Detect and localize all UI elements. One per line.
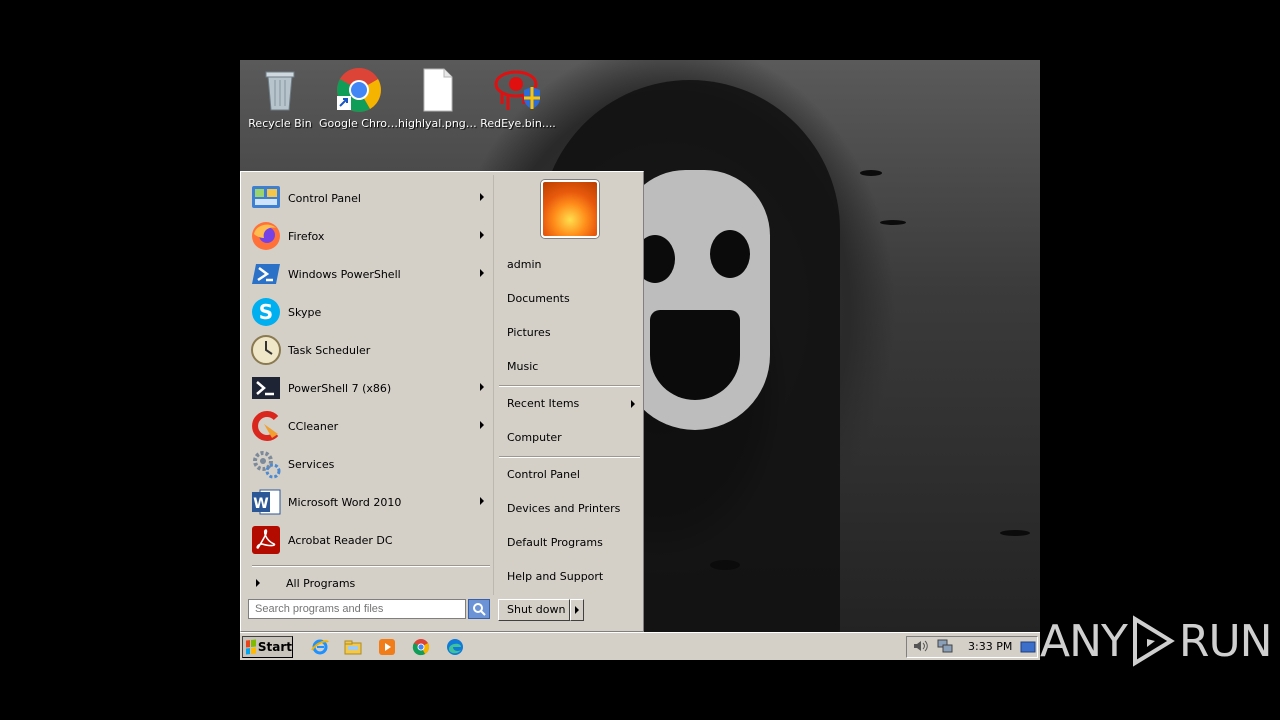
desktop-screen: Recycle Bin Google Chrome highlyal.png..… [240,60,1040,660]
svg-text:S: S [259,300,273,324]
program-control-panel[interactable]: Control Panel [250,180,494,216]
place-computer[interactable]: Computer [507,428,643,448]
windows-logo-icon [246,639,256,655]
desktop-icon-google-chrome[interactable]: Google Chrome [319,66,399,130]
shutdown-options-button[interactable] [570,599,584,621]
explorer-icon[interactable] [344,638,362,656]
word-icon: W [250,486,282,518]
start-button[interactable]: Start [242,636,293,658]
place-recent-items[interactable]: Recent Items [507,394,643,414]
program-services[interactable]: Services [250,446,494,482]
network-icon[interactable] [937,638,953,657]
place-music[interactable]: Music [507,357,643,377]
task-scheduler-icon [250,334,282,366]
program-windows-powershell[interactable]: Windows PowerShell [250,256,494,292]
ccleaner-icon [250,410,282,442]
taskbar-clock[interactable]: 3:33 PM [968,640,1012,653]
program-microsoft-word[interactable]: W Microsoft Word 2010 [250,484,494,520]
start-menu: Control Panel Firefox Windows PowerShell… [240,171,644,632]
all-programs-arrow-icon [256,579,260,587]
start-menu-programs-pane: Control Panel Firefox Windows PowerShell… [244,175,494,595]
program-powershell7[interactable]: PowerShell 7 (x86) [250,370,494,406]
skype-icon: S [250,296,282,328]
search-button[interactable] [468,599,490,619]
place-devices-and-printers[interactable]: Devices and Printers [507,499,643,519]
search-input[interactable] [248,599,466,619]
show-desktop-icon[interactable] [1020,641,1036,656]
powershell-icon [250,258,282,290]
control-panel-icon [250,182,282,214]
redeye-icon [494,66,542,114]
shutdown-button[interactable]: Shut down [498,599,570,621]
place-control-panel[interactable]: Control Panel [507,465,643,485]
ie-icon[interactable] [311,638,329,656]
place-admin[interactable]: admin [507,255,643,275]
desktop-icon-recycle-bin[interactable]: Recycle Bin [240,66,320,130]
taskbar: Start 3:33 PM [240,632,1040,660]
user-avatar[interactable] [541,180,599,238]
places-separator [499,456,640,458]
start-menu-places-pane: admin Documents Pictures Music Recent It… [497,175,642,595]
program-firefox[interactable]: Firefox [250,218,494,254]
places-separator [499,385,640,387]
desktop-icon-highlyal[interactable]: highlyal.png.... [398,66,478,130]
place-default-programs[interactable]: Default Programs [507,533,643,553]
place-pictures[interactable]: Pictures [507,323,643,343]
play-logo-icon [1132,615,1175,667]
acrobat-icon [250,524,282,556]
program-acrobat-reader[interactable]: Acrobat Reader DC [250,522,494,558]
chrome-icon[interactable] [412,638,430,656]
program-task-scheduler[interactable]: Task Scheduler [250,332,494,368]
firefox-icon [250,220,282,252]
services-icon [250,448,282,480]
all-programs-button[interactable]: All Programs [250,572,494,594]
desktop-icon-redeye[interactable]: RedEye.bin.... [478,66,558,130]
programs-separator [252,565,490,567]
volume-icon[interactable] [912,638,928,657]
file-icon [414,66,462,114]
program-ccleaner[interactable]: CCleaner [250,408,494,444]
media-player-icon[interactable] [378,638,396,656]
chrome-icon [335,66,383,114]
recycle-bin-icon [256,66,304,114]
place-help-and-support[interactable]: Help and Support [507,567,643,587]
anyrun-watermark: ANY RUN [1040,615,1273,667]
program-skype[interactable]: S Skype [250,294,494,330]
place-documents[interactable]: Documents [507,289,643,309]
powershell7-icon [250,372,282,404]
svg-text:W: W [253,496,268,512]
edge-icon[interactable] [446,638,464,656]
search-icon [473,603,486,616]
